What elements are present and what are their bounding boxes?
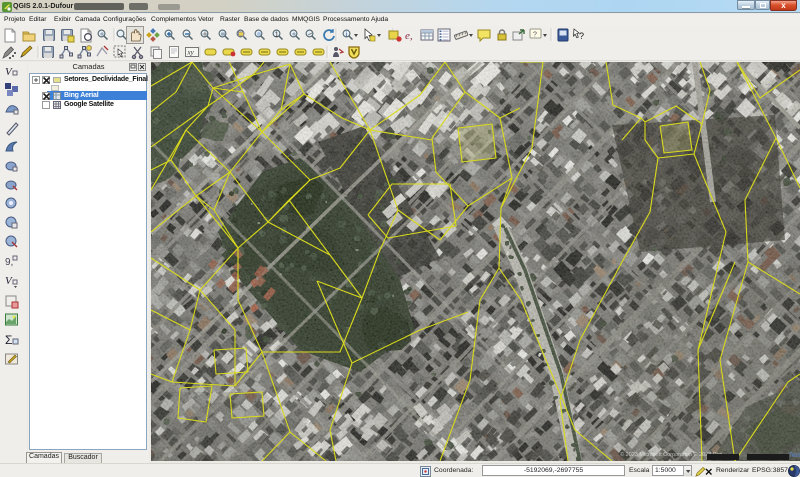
svg-text:e,: e, — [405, 30, 413, 42]
svg-text:V: V — [5, 275, 13, 287]
svg-text:xy: xy — [187, 49, 195, 57]
svg-text:Σ: Σ — [5, 333, 12, 347]
svg-text:1: 1 — [275, 32, 279, 39]
svg-text:V: V — [5, 66, 13, 78]
svg-text:?: ? — [533, 32, 537, 39]
svg-text:9,: 9, — [5, 257, 13, 268]
svg-text:?: ? — [579, 31, 584, 41]
